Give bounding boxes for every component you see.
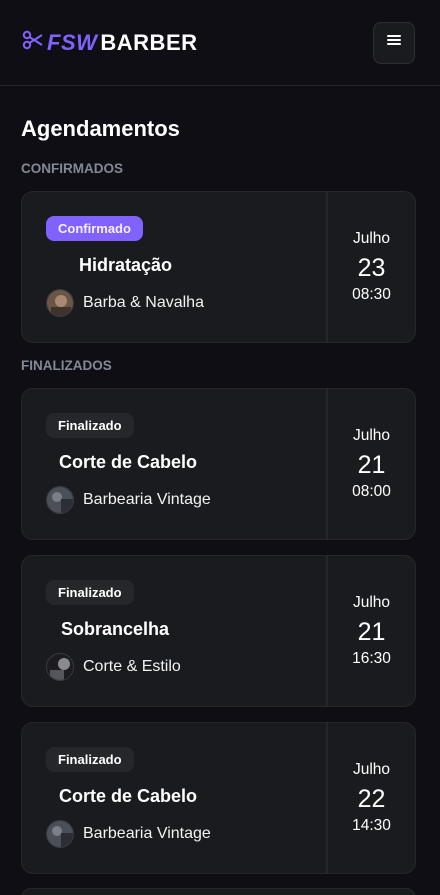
booking-month: Julho — [352, 594, 391, 611]
booking-card[interactable]: Finalizado Sobrancelha Corte & Estilo Ju… — [21, 555, 416, 707]
booking-card[interactable]: Finalizado Corte de Cabelo Barbearia Vin… — [21, 388, 416, 540]
booking-time: 08:30 — [352, 286, 391, 303]
booking-day: 21 — [357, 618, 386, 646]
booking-date: Julho 23 08:30 — [326, 192, 415, 342]
booking-info: Finalizado Corte de Cabelo Barbearia Vin… — [22, 723, 326, 873]
booking-day: 22 — [357, 785, 386, 813]
logo[interactable]: FSW BARBER — [22, 29, 198, 56]
menu-button[interactable] — [373, 21, 415, 64]
section-title-finished: FINALIZADOS — [21, 358, 112, 373]
booking-time: 08:00 — [352, 483, 391, 500]
page-title: Agendamentos — [21, 116, 180, 141]
service-name: Corte de Cabelo — [59, 786, 198, 806]
barbershop-avatar — [46, 820, 74, 848]
booking-info: Finalizado Corte de Cabelo Barbearia Vin… — [22, 389, 326, 539]
logo-barber-text: BARBER — [100, 29, 198, 55]
barbershop-info: Barba & Navalha — [46, 289, 326, 317]
booking-card[interactable]: Confirmado Hidratação Barba & Navalha Ju… — [21, 191, 416, 343]
booking-month: Julho — [352, 230, 391, 247]
booking-date: Julho 21 08:00 — [326, 389, 415, 539]
booking-info: Finalizado Sobrancelha Corte & Estilo — [22, 556, 326, 706]
booking-day: 23 — [357, 254, 386, 282]
menu-icon — [386, 33, 402, 52]
booking-month: Julho — [352, 761, 391, 778]
service-name: Sobrancelha — [61, 619, 170, 639]
status-badge: Finalizado — [46, 413, 134, 438]
service-name: Hidratação — [79, 255, 173, 275]
barbershop-name: Barba & Navalha — [83, 294, 204, 311]
booking-day: 21 — [357, 451, 386, 479]
booking-date: Julho 22 14:30 — [326, 723, 415, 873]
status-badge: Confirmado — [46, 216, 143, 241]
booking-card[interactable]: Finalizado Corte de Cabelo Barbearia Vin… — [21, 722, 416, 874]
logo-fsw-text: FSW — [47, 29, 98, 55]
barbershop-name: Corte & Estilo — [83, 658, 181, 675]
barbershop-name: Barbearia Vintage — [83, 491, 211, 508]
booking-time: 14:30 — [352, 817, 391, 834]
barbershop-info: Barbearia Vintage — [46, 820, 326, 848]
barbershop-name: Barbearia Vintage — [83, 825, 211, 842]
booking-card-partial[interactable] — [21, 888, 416, 895]
barbershop-avatar — [46, 486, 74, 514]
booking-month: Julho — [352, 427, 391, 444]
app-header: FSW BARBER — [0, 0, 440, 86]
booking-info: Confirmado Hidratação Barba & Navalha — [22, 192, 326, 342]
status-badge: Finalizado — [46, 580, 134, 605]
barbershop-info: Corte & Estilo — [46, 653, 326, 681]
barbershop-info: Barbearia Vintage — [46, 486, 326, 514]
service-name: Corte de Cabelo — [59, 452, 198, 472]
booking-time: 16:30 — [352, 650, 391, 667]
barbershop-avatar — [46, 289, 74, 317]
barbershop-avatar — [46, 653, 74, 681]
section-title-confirmed: CONFIRMADOS — [21, 161, 123, 176]
main-content: Agendamentos CONFIRMADOS Confirmado Hidr… — [0, 116, 440, 874]
status-badge: Finalizado — [46, 747, 134, 772]
scissors-logo-icon — [22, 29, 44, 56]
booking-date: Julho 21 16:30 — [326, 556, 415, 706]
